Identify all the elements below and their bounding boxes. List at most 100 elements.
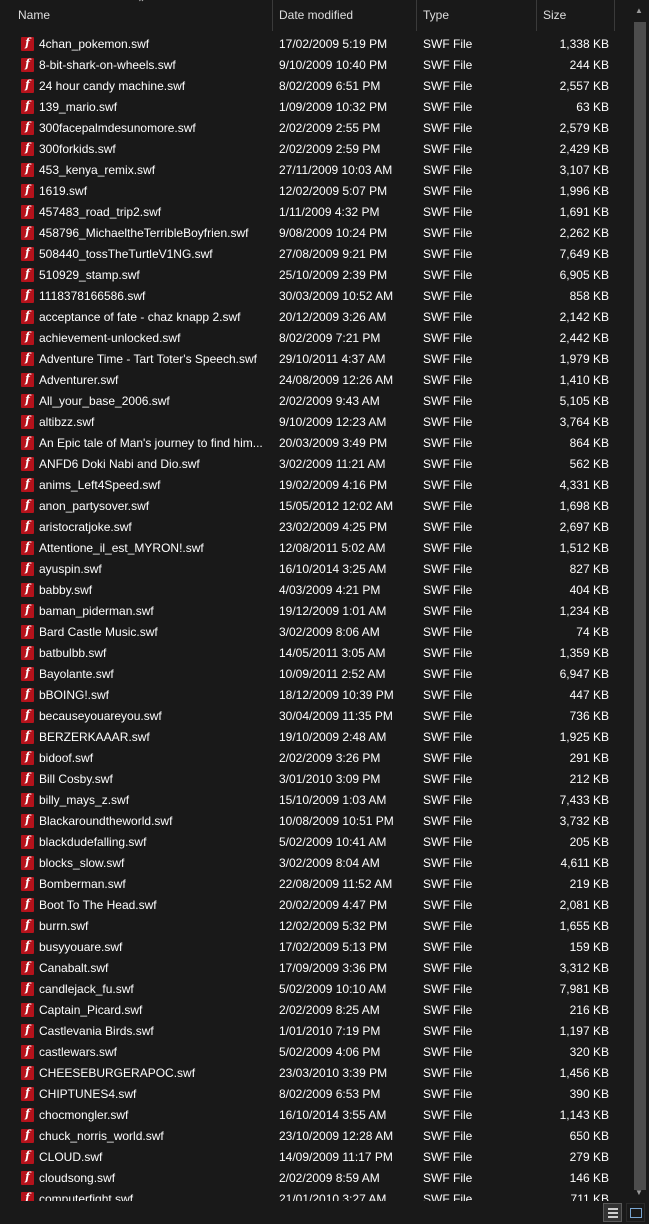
flash-swf-icon: f	[21, 226, 35, 240]
file-row[interactable]: f 4chan_pokemon.swf 17/02/2009 5:19 PM SWF …	[0, 34, 617, 55]
file-row[interactable]: f becauseyouareyou.swf 30/04/2009 11:35 PM…	[0, 706, 617, 727]
file-name: burrn.swf	[39, 919, 89, 933]
file-row[interactable]: f Adventurer.swf 24/08/2009 12:26 AM SWF Fi…	[0, 370, 617, 391]
file-row[interactable]: f Bard Castle Music.swf 3/02/2009 8:06 AM S…	[0, 622, 617, 643]
file-row[interactable]: f castlewars.swf 5/02/2009 4:06 PM SWF File…	[0, 1042, 617, 1063]
file-row[interactable]: f bBOING!.swf 18/12/2009 10:39 PM SWF File 4…	[0, 685, 617, 706]
file-row[interactable]: f 453_kenya_remix.swf 27/11/2009 10:03 AM S…	[0, 160, 617, 181]
file-row[interactable]: f ANFD6 Doki Nabi and Dio.swf 3/02/2009 11…	[0, 454, 617, 475]
file-row[interactable]: f CHEESEBURGERAPOC.swf 23/03/2010 3:39 PM S…	[0, 1063, 617, 1084]
file-name: 510929_stamp.swf	[39, 268, 140, 282]
file-name: 1619.swf	[39, 184, 88, 198]
file-row[interactable]: f chocmongler.swf 16/10/2014 3:55 AM SWF Fi…	[0, 1105, 617, 1126]
file-row[interactable]: f 458796_MichaeltheTerribleBoyfrien.swf 9/…	[0, 223, 617, 244]
flash-swf-icon: f	[21, 100, 35, 114]
file-row[interactable]: f Attentione_il_est_MYRON!.swf 12/08/2011 …	[0, 538, 617, 559]
file-list[interactable]: f 4chan_pokemon.swf 17/02/2009 5:19 PM SWF …	[0, 34, 617, 1201]
column-header-type[interactable]: Type	[417, 0, 537, 31]
flash-swf-icon: f	[21, 793, 35, 807]
file-size: 1,359 KB	[559, 646, 609, 660]
scroll-up-arrow-icon[interactable]: ▲	[635, 6, 643, 15]
file-row[interactable]: f altibzz.swf 9/10/2009 12:23 AM SWF File 3,…	[0, 412, 617, 433]
flash-swf-icon: f	[21, 877, 35, 891]
file-row[interactable]: f blackdudefalling.swf 5/02/2009 10:41 AM S…	[0, 832, 617, 853]
file-type: SWF File	[423, 793, 473, 807]
scrollbar-thumb[interactable]	[634, 22, 646, 1190]
flash-swf-icon: f	[21, 520, 35, 534]
file-size: 3,764 KB	[559, 415, 609, 429]
large-icons-view-button[interactable]	[626, 1203, 645, 1222]
file-row[interactable]: f 139_mario.swf 1/09/2009 10:32 PM SWF File…	[0, 97, 617, 118]
file-row[interactable]: f 1619.swf 12/02/2009 5:07 PM SWF File 1,996…	[0, 181, 617, 202]
file-size: 650 KB	[569, 1129, 609, 1143]
vertical-scrollbar[interactable]: ▲ ▼	[631, 0, 649, 1201]
file-date-modified: 12/02/2009 5:32 PM	[279, 919, 388, 933]
file-row[interactable]: f chuck_norris_world.swf 23/10/2009 12:28 …	[0, 1126, 617, 1147]
file-row[interactable]: f 510929_stamp.swf 25/10/2009 2:39 PM SWF F…	[0, 265, 617, 286]
file-row[interactable]: f All_your_base_2006.swf 2/02/2009 9:43 AM…	[0, 391, 617, 412]
file-row[interactable]: f burrn.swf 12/02/2009 5:32 PM SWF File 1,65…	[0, 916, 617, 937]
file-date-modified: 8/02/2009 6:51 PM	[279, 79, 381, 93]
file-row[interactable]: f 508440_tossTheTurtleV1NG.swf 27/08/2009 …	[0, 244, 617, 265]
file-row[interactable]: f 457483_road_trip2.swf 1/11/2009 4:32 PM S…	[0, 202, 617, 223]
file-date-modified: 23/03/2010 3:39 PM	[279, 1066, 388, 1080]
file-type: SWF File	[423, 520, 473, 534]
file-row[interactable]: f 300facepalmdesunomore.swf 2/02/2009 2:55…	[0, 118, 617, 139]
file-row[interactable]: f anims_Left4Speed.swf 19/02/2009 4:16 PM S…	[0, 475, 617, 496]
file-type: SWF File	[423, 331, 473, 345]
file-row[interactable]: f 24 hour candy machine.swf 8/02/2009 6:51…	[0, 76, 617, 97]
file-date-modified: 2/02/2009 8:59 AM	[279, 1171, 380, 1185]
file-row[interactable]: f Canabalt.swf 17/09/2009 3:36 PM SWF File 3…	[0, 958, 617, 979]
file-row[interactable]: f Boot To The Head.swf 20/02/2009 4:47 PM S…	[0, 895, 617, 916]
column-header-size[interactable]: Size	[537, 0, 615, 31]
file-size: 2,442 KB	[559, 331, 609, 345]
file-row[interactable]: f CLOUD.swf 14/09/2009 11:17 PM SWF File 279…	[0, 1147, 617, 1168]
column-header-date[interactable]: Date modified	[273, 0, 417, 31]
file-row[interactable]: f Bill Cosby.swf 3/01/2010 3:09 PM SWF File…	[0, 769, 617, 790]
file-name: ANFD6 Doki Nabi and Dio.swf	[39, 457, 200, 471]
file-row[interactable]: f busyyouare.swf 17/02/2009 5:13 PM SWF Fil…	[0, 937, 617, 958]
flash-swf-icon: f	[21, 415, 35, 429]
file-row[interactable]: f Castlevania Birds.swf 1/01/2010 7:19 PM S…	[0, 1021, 617, 1042]
file-row[interactable]: f aristocratjoke.swf 23/02/2009 4:25 PM SWF…	[0, 517, 617, 538]
file-date-modified: 3/02/2009 8:04 AM	[279, 856, 380, 870]
flash-swf-icon: f	[21, 709, 35, 723]
file-row[interactable]: f Bayolante.swf 10/09/2011 2:52 AM SWF File…	[0, 664, 617, 685]
file-row[interactable]: f blocks_slow.swf 3/02/2009 8:04 AM SWF Fil…	[0, 853, 617, 874]
file-size: 7,433 KB	[559, 793, 609, 807]
file-row[interactable]: f candlejack_fu.swf 5/02/2009 10:10 AM SWF …	[0, 979, 617, 1000]
file-type: SWF File	[423, 625, 473, 639]
file-date-modified: 2/02/2009 8:25 AM	[279, 1003, 380, 1017]
file-row[interactable]: f BERZERKAAAR.swf 19/10/2009 2:48 AM SWF Fi…	[0, 727, 617, 748]
file-row[interactable]: f 8-bit-shark-on-wheels.swf 9/10/2009 10:4…	[0, 55, 617, 76]
file-row[interactable]: f CHIPTUNES4.swf 8/02/2009 6:53 PM SWF File…	[0, 1084, 617, 1105]
flash-swf-icon: f	[21, 436, 35, 450]
file-row[interactable]: f acceptance of fate - chaz knapp 2.swf 20…	[0, 307, 617, 328]
scroll-down-arrow-icon[interactable]: ▼	[635, 1188, 643, 1197]
file-row[interactable]: f anon_partysover.swf 15/05/2012 12:02 AM S…	[0, 496, 617, 517]
file-row[interactable]: f baman_piderman.swf 19/12/2009 1:01 AM SWF…	[0, 601, 617, 622]
file-type: SWF File	[423, 394, 473, 408]
details-view-button[interactable]	[603, 1203, 622, 1222]
file-size: 216 KB	[569, 1003, 609, 1017]
file-row[interactable]: f 1118378166586.swf 30/03/2009 10:52 AM SWF…	[0, 286, 617, 307]
file-row[interactable]: f 300forkids.swf 2/02/2009 2:59 PM SWF File…	[0, 139, 617, 160]
file-row[interactable]: f Blackaroundtheworld.swf 10/08/2009 10:51…	[0, 811, 617, 832]
file-row[interactable]: f cloudsong.swf 2/02/2009 8:59 AM SWF File 1…	[0, 1168, 617, 1189]
file-row[interactable]: f An Epic tale of Man's journey to find h…	[0, 433, 617, 454]
file-row[interactable]: f billy_mays_z.swf 15/10/2009 1:03 AM SWF F…	[0, 790, 617, 811]
file-row[interactable]: f batbulbb.swf 14/05/2011 3:05 AM SWF File 1…	[0, 643, 617, 664]
file-row[interactable]: f Adventure Time - Tart Toter's Speech.sw…	[0, 349, 617, 370]
file-row[interactable]: f Captain_Picard.swf 2/02/2009 8:25 AM SWF …	[0, 1000, 617, 1021]
file-row[interactable]: f Bomberman.swf 22/08/2009 11:52 AM SWF Fil…	[0, 874, 617, 895]
file-row[interactable]: f bidoof.swf 2/02/2009 3:26 PM SWF File 291 …	[0, 748, 617, 769]
file-type: SWF File	[423, 247, 473, 261]
flash-swf-icon: f	[21, 478, 35, 492]
file-date-modified: 21/01/2010 3:27 AM	[279, 1192, 387, 1201]
file-row[interactable]: f computerfight.swf 21/01/2010 3:27 AM SWF …	[0, 1189, 617, 1201]
file-row[interactable]: f ayuspin.swf 16/10/2014 3:25 AM SWF File 82…	[0, 559, 617, 580]
file-row[interactable]: f achievement-unlocked.swf 8/02/2009 7:21 …	[0, 328, 617, 349]
file-type: SWF File	[423, 541, 473, 555]
file-row[interactable]: f babby.swf 4/03/2009 4:21 PM SWF File 404 K…	[0, 580, 617, 601]
file-type: SWF File	[423, 499, 473, 513]
